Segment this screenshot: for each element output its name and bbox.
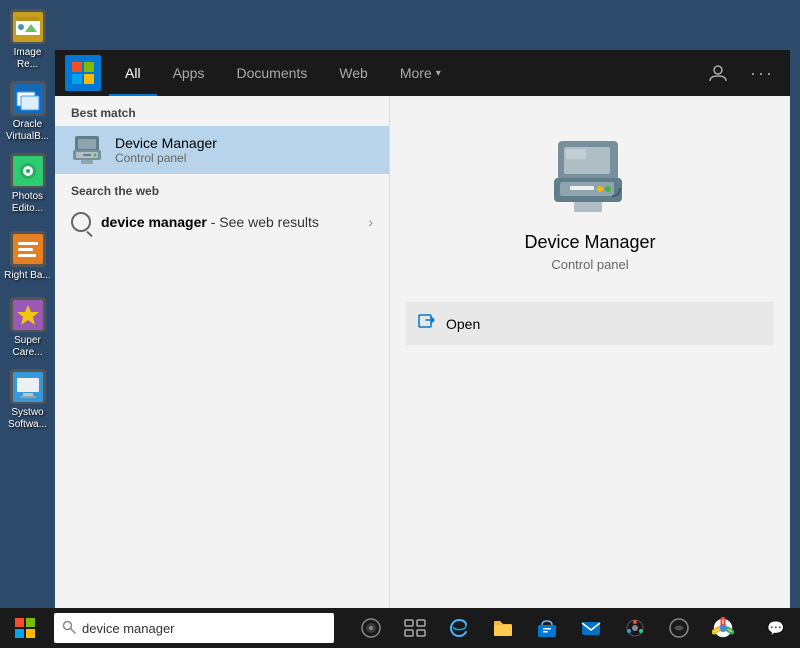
desktop-icon-image-re[interactable]: Image Re... xyxy=(2,5,54,75)
search-panel: All Apps Documents Web More ▾ ··· xyxy=(55,50,790,608)
web-search-label: Search the web xyxy=(55,174,389,204)
web-search-text: device manager - See web results xyxy=(101,214,358,230)
device-manager-icon xyxy=(71,134,103,166)
taskbar: device manager xyxy=(0,608,800,648)
app-logo xyxy=(65,55,101,91)
chevron-down-icon: ▾ xyxy=(436,68,441,79)
best-match-label: Best match xyxy=(55,96,389,126)
file-explorer-button[interactable] xyxy=(483,608,523,648)
desktop-icon-label: Right Ba... xyxy=(4,270,51,282)
detail-device-manager-icon xyxy=(550,136,630,216)
chrome-button[interactable] xyxy=(703,608,743,648)
device-manager-subtitle: Control panel xyxy=(115,151,217,165)
search-suffix: - See web results xyxy=(207,214,319,230)
desktop-icon-systwo[interactable]: SystwoSoftwa... xyxy=(2,365,54,435)
desktop-icon-photos[interactable]: PhotosEdito... xyxy=(2,149,54,219)
content-area: Best match xyxy=(55,96,790,608)
web-search-item[interactable]: device manager - See web results › xyxy=(55,204,389,240)
detail-panel: Device Manager Control panel Open xyxy=(390,96,790,608)
chevron-right-icon: › xyxy=(368,214,373,230)
nav-actions: ··· xyxy=(700,55,780,91)
tab-documents[interactable]: Documents xyxy=(220,50,323,96)
mail-button[interactable] xyxy=(571,608,611,648)
open-action[interactable]: Open xyxy=(406,302,774,345)
device-manager-result-text: Device Manager Control panel xyxy=(115,135,217,165)
nav-tabs: All Apps Documents Web More ▾ xyxy=(109,50,700,96)
search-icon xyxy=(71,212,91,232)
desktop-icon-label: PhotosEdito... xyxy=(12,191,43,215)
taskbar-right: 💬 xyxy=(756,608,800,648)
tab-apps[interactable]: Apps xyxy=(157,50,221,96)
paint-button[interactable] xyxy=(615,608,655,648)
cortana-button[interactable] xyxy=(351,608,391,648)
taskbar-center xyxy=(338,608,756,648)
start-button[interactable] xyxy=(0,608,50,648)
search-query: device manager xyxy=(101,214,207,230)
tab-web[interactable]: Web xyxy=(323,50,384,96)
taskbar-search[interactable]: device manager xyxy=(54,613,334,643)
desktop-icon-label: Image Re... xyxy=(4,47,52,71)
taskbar-search-text: device manager xyxy=(82,621,175,636)
open-icon xyxy=(418,312,436,335)
ellipsis-icon[interactable]: ··· xyxy=(744,55,780,91)
desktop-icon-virtualbox[interactable]: OracleVirtualB... xyxy=(2,77,54,147)
notification-icon[interactable]: 💬 xyxy=(756,608,796,648)
device-manager-title: Device Manager xyxy=(115,135,217,151)
person-icon[interactable] xyxy=(700,55,736,91)
game-button[interactable] xyxy=(659,608,699,648)
open-label: Open xyxy=(446,316,480,332)
desktop-icon-supercare[interactable]: SuperCare... xyxy=(2,293,54,363)
desktop-icon-label: OracleVirtualB... xyxy=(6,119,49,143)
detail-subtitle: Control panel xyxy=(551,257,628,272)
desktop-icon-label: SuperCare... xyxy=(12,335,42,359)
detail-title: Device Manager xyxy=(524,232,655,253)
desktop-icon-rightba[interactable]: Right Ba... xyxy=(2,221,54,291)
desktop-icon-label: SystwoSoftwa... xyxy=(8,407,47,431)
device-manager-result[interactable]: Device Manager Control panel xyxy=(55,126,389,174)
desktop-icons: Image Re... OracleVirtualB... xyxy=(0,0,55,600)
store-button[interactable] xyxy=(527,608,567,648)
taskbar-search-icon xyxy=(62,620,76,637)
task-view-button[interactable] xyxy=(395,608,435,648)
tab-all[interactable]: All xyxy=(109,50,157,96)
desktop: Image Re... OracleVirtualB... xyxy=(0,0,800,648)
results-panel: Best match xyxy=(55,96,390,608)
top-nav: All Apps Documents Web More ▾ ··· xyxy=(55,50,790,96)
edge-button[interactable] xyxy=(439,608,479,648)
tab-more[interactable]: More ▾ xyxy=(384,50,457,96)
detail-actions: Open xyxy=(390,302,790,346)
